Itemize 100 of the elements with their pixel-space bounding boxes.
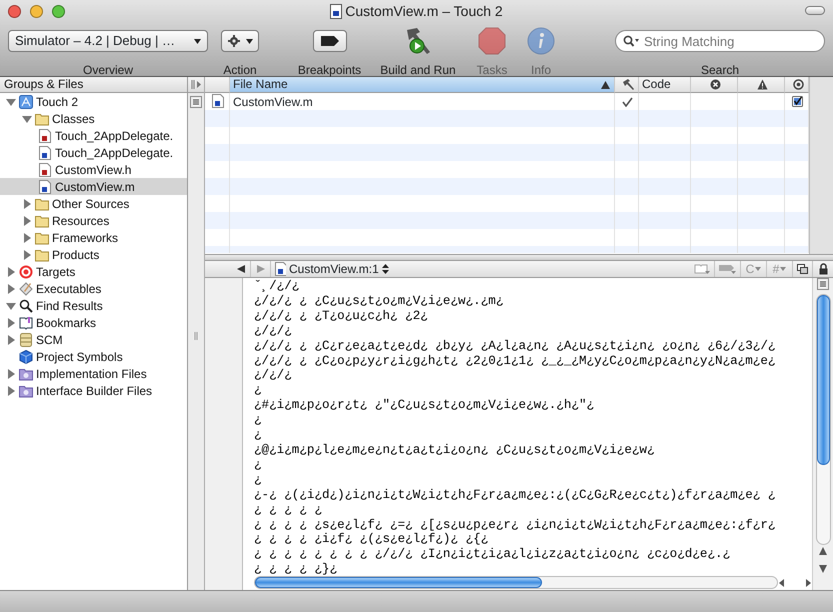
- search-field[interactable]: String Matching: [615, 30, 825, 52]
- column-header[interactable]: [615, 77, 639, 93]
- tree-item[interactable]: Frameworks: [0, 229, 187, 246]
- updown-arrows-icon: [382, 264, 389, 274]
- tree-item[interactable]: Find Results: [0, 297, 187, 314]
- splitter-icon[interactable]: [191, 80, 201, 89]
- sort-arrow-icon: [601, 80, 610, 88]
- tree-item[interactable]: Touch_2AppDelegate.: [0, 144, 187, 161]
- minimize-button[interactable]: [30, 5, 43, 18]
- document-icon: [38, 146, 52, 160]
- tree-item[interactable]: SCM: [0, 331, 187, 348]
- toolbar-label: Search: [700, 62, 740, 79]
- code-line: ¿/¿/¿ ¿ ¿C¿o¿p¿y¿r¿i¿g¿h¿t¿ ¿2¿0¿1¿1¿ ¿_¿_¿M¿y¿C¿o¿m¿p¿a¿n¿y¿N¿a¿m¿e¿: [254, 354, 776, 368]
- info-icon[interactable]: [527, 27, 555, 55]
- column-header[interactable]: [738, 77, 785, 93]
- code-line: ¿-¿ ¿(¿i¿d¿)¿i¿n¿i¿t¿W¿i¿t¿h¿F¿r¿a¿m¿e¿:¿(¿C¿G¿R¿e¿c¿t¿)¿f¿r¿a¿m¿e¿ ¿: [254, 488, 776, 503]
- gear-folder-icon: [19, 384, 33, 398]
- code-line: ¿/¿/¿ ¿ ¿C¿u¿s¿t¿o¿m¿V¿i¿e¿w¿.¿m¿: [254, 294, 504, 309]
- tree-item[interactable]: Resources: [0, 212, 187, 229]
- tree-item[interactable]: Other Sources: [0, 195, 187, 212]
- pencil-icon: [19, 282, 33, 296]
- tree-item[interactable]: Targets: [0, 263, 187, 280]
- tree-item[interactable]: Executables: [0, 280, 187, 297]
- tree-item[interactable]: CustomView.h: [0, 161, 187, 178]
- tree-item[interactable]: Touch_2AppDelegate.: [0, 127, 187, 144]
- code-line: ¿: [254, 383, 262, 398]
- sidebar-header: Groups & Files: [0, 77, 187, 93]
- tree-item[interactable]: Touch 2: [0, 93, 187, 110]
- blueprint-icon: [19, 94, 33, 108]
- caret-icon: [755, 267, 762, 271]
- target-icon: [792, 79, 804, 90]
- magnifier-icon: [19, 298, 33, 312]
- bullseye-icon: [19, 264, 33, 278]
- tree-item[interactable]: CustomView.m: [0, 178, 187, 195]
- code-line: ¿/¿/¿: [254, 324, 292, 339]
- overlapping-squares-icon: [797, 264, 808, 274]
- book-icon: [19, 316, 33, 330]
- tree-item[interactable]: Products: [0, 246, 187, 263]
- document-icon: [38, 128, 52, 142]
- action-button[interactable]: [221, 30, 259, 52]
- code-line: ¿ ¿ ¿ ¿ ¿: [254, 502, 322, 518]
- list-icon[interactable]: [817, 278, 829, 290]
- code-line: ¿ ¿ ¿ ¿ ¿ ¿ ¿ ¿ ¿/¿/¿ ¿I¿n¿i¿t¿i¿a¿l¿i¿z¿a¿t¿i¿o¿n¿ ¿c¿o¿d¿e¿.¿: [254, 547, 730, 562]
- tree-item[interactable]: Project Symbols: [0, 348, 187, 365]
- gear-icon: [228, 35, 240, 47]
- file-popup[interactable]: CustomView.m:1: [271, 260, 392, 278]
- code-line: ˇ¸/¿/¿: [254, 279, 300, 294]
- search-icon: [623, 35, 639, 47]
- toolbar-label: Tasks: [476, 62, 508, 79]
- code-line: ¿@¿i¿m¿p¿l¿e¿m¿e¿n¿t¿a¿t¿i¿o¿n¿ ¿C¿u¿s¿t¿o¿m¿V¿i¿e¿w¿: [254, 442, 655, 458]
- close-button[interactable]: [8, 5, 21, 18]
- toolbar-label: Action: [223, 62, 257, 79]
- toolbar-label: Build and Run: [380, 62, 456, 79]
- column-header: [205, 77, 230, 93]
- vertical-scrollbar[interactable]: [816, 294, 830, 545]
- column-header[interactable]: [785, 77, 809, 93]
- scroll-arrows-icon[interactable]: [818, 545, 828, 575]
- document-icon: [38, 162, 52, 176]
- caret-icon: [246, 38, 253, 44]
- column-header[interactable]: File Name: [230, 77, 615, 93]
- book-icon: [694, 264, 710, 274]
- column-header[interactable]: Code: [639, 77, 691, 93]
- toolbar-toggle-button[interactable]: [805, 6, 825, 15]
- zoom-button[interactable]: [52, 5, 65, 18]
- code-line: ¿: [254, 458, 262, 473]
- folder-icon: [35, 214, 49, 228]
- warning-icon: [757, 79, 768, 90]
- scheme-popup[interactable]: Simulator – 4.2 | Debug | …: [8, 30, 208, 52]
- scheme-value: Simulator – 4.2 | Debug | …: [15, 32, 175, 50]
- tree-item[interactable]: Bookmarks: [0, 314, 187, 331]
- code-line: ¿/¿/¿: [254, 368, 292, 384]
- resize-grip-icon[interactable]: [194, 332, 198, 340]
- code-line: ¿: [254, 428, 262, 443]
- tree-item[interactable]: Interface Builder Files: [0, 382, 187, 399]
- hammer-icon: [622, 79, 634, 90]
- column-header[interactable]: [691, 77, 738, 93]
- code-line: ¿/¿/¿ ¿ ¿C¿r¿e¿a¿t¿e¿d¿ ¿b¿y¿ ¿A¿l¿a¿n¿ ¿A¿u¿s¿t¿i¿n¿ ¿o¿n¿ ¿6¿/¿3¿/¿: [254, 338, 776, 354]
- scroll-arrows-icon[interactable]: [778, 578, 812, 588]
- file-name-cell-text: CustomView.m: [232, 94, 314, 110]
- document-icon: [330, 4, 342, 19]
- tree-item[interactable]: Classes: [0, 110, 187, 127]
- toolbar-label: Breakpoints: [298, 62, 362, 79]
- window-title: CustomView.m – Touch 2: [345, 2, 503, 21]
- toolbar-label: Overview: [82, 62, 133, 79]
- database-icon: [19, 332, 33, 346]
- code-line: ¿ ¿ ¿ ¿ ¿s¿e¿l¿f¿ ¿=¿ ¿[¿s¿u¿p¿e¿r¿ ¿i¿n¿i¿t¿W¿i¿t¿h¿F¿r¿a¿m¿e¿:¿f¿r¿: [254, 518, 776, 532]
- code-line: ¿#¿i¿m¿p¿o¿r¿t¿ ¿"¿C¿u¿s¿t¿o¿m¿V¿i¿e¿w¿.¿h¿"¿: [254, 398, 594, 414]
- stop-sign-icon[interactable]: [478, 27, 506, 55]
- list-icon[interactable]: [190, 96, 202, 108]
- tag-icon: [718, 264, 736, 274]
- document-icon: [274, 262, 286, 276]
- right-arrow-icon: [256, 265, 264, 273]
- code-line: ¿ ¿ ¿ ¿ ¿}¿: [254, 562, 338, 575]
- breakpoints-button[interactable]: [312, 30, 346, 52]
- horizontal-scrollbar[interactable]: [254, 576, 778, 589]
- code-line: ¿/¿/¿ ¿ ¿T¿o¿u¿c¿h¿ ¿2¿: [254, 308, 428, 324]
- tree-item[interactable]: Implementation Files: [0, 365, 187, 382]
- checkbox[interactable]: [792, 96, 802, 107]
- toolbar-label: Info: [530, 62, 551, 79]
- gear-folder-icon: [19, 366, 33, 380]
